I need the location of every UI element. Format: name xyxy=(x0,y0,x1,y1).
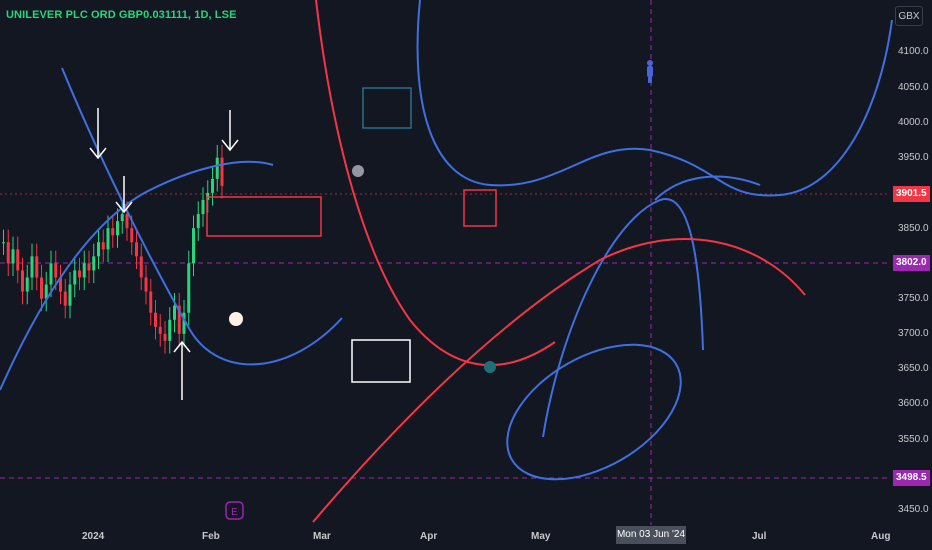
blue-curve-loop xyxy=(542,198,704,438)
candle-body xyxy=(73,270,77,285)
candle-body xyxy=(49,263,53,285)
candle-body xyxy=(139,256,143,278)
blue-curve-down-parabola xyxy=(61,67,343,366)
blue-curve-wave-top xyxy=(416,0,893,197)
candle-body xyxy=(211,178,214,193)
currency-button[interactable]: GBX xyxy=(895,6,923,26)
red-curve-parabola xyxy=(315,0,556,367)
candle-body xyxy=(111,228,115,236)
blue-curve-arc-top xyxy=(0,160,274,391)
teal-box[interactable] xyxy=(362,87,412,129)
candle-body xyxy=(78,270,81,278)
candle-body xyxy=(16,249,20,271)
candle-body xyxy=(68,284,72,306)
earnings-marker-label: E xyxy=(231,507,238,518)
down-arrow-icon-3 xyxy=(221,110,239,152)
candle-body xyxy=(21,270,24,292)
candle-body xyxy=(168,319,172,341)
candle-body xyxy=(187,263,191,313)
time-tick: Mar xyxy=(313,531,331,542)
candle-body xyxy=(97,242,100,257)
candle-body xyxy=(201,199,205,215)
price-tick: 3950.0 xyxy=(898,152,929,163)
candle-body xyxy=(11,249,15,264)
candle-body xyxy=(35,256,39,278)
time-tick: 2024 xyxy=(82,531,105,542)
crosshair-date-tag: Mon 03 Jun '24 xyxy=(616,526,686,544)
up-arrow-icon xyxy=(173,340,191,400)
candle-body xyxy=(87,263,91,271)
candle-body xyxy=(106,228,110,250)
time-tick: Apr xyxy=(420,531,438,542)
time-tick: Aug xyxy=(871,531,891,542)
time-tick: May xyxy=(531,531,551,542)
white-box[interactable] xyxy=(351,339,411,383)
crosshair-price-tag: 3802.0 xyxy=(893,255,930,271)
candle-body xyxy=(192,228,195,264)
white-dot xyxy=(229,312,243,326)
blue-curve-arch-right xyxy=(654,175,761,201)
time-tick: Jul xyxy=(752,531,767,542)
symbol-title[interactable]: UNILEVER PLC ORD GBP0.031111, 1D, LSE xyxy=(6,9,237,21)
candle-body xyxy=(101,242,105,250)
time-tick: Feb xyxy=(202,531,220,542)
candle-body xyxy=(158,326,162,334)
candle-body xyxy=(63,291,67,306)
candle-body xyxy=(54,263,58,278)
candle-body xyxy=(196,214,200,229)
candle-body xyxy=(2,242,5,244)
blue-ellipse xyxy=(506,343,682,481)
candle-body xyxy=(154,312,157,327)
candle-body xyxy=(215,157,219,179)
candle-body xyxy=(163,333,167,341)
grey-dot xyxy=(352,165,364,177)
candle-body xyxy=(144,277,148,292)
candle-body xyxy=(125,214,129,229)
chart-canvas[interactable]: E xyxy=(0,0,932,550)
price-tick: 3700.0 xyxy=(898,328,929,339)
person-icon xyxy=(647,60,653,83)
candle-body xyxy=(92,256,96,271)
candle-body xyxy=(116,221,119,236)
candle-body xyxy=(6,242,10,264)
price-tick: 3600.0 xyxy=(898,398,929,409)
price-tick: 3850.0 xyxy=(898,223,929,234)
candle-body xyxy=(220,157,224,186)
price-tick: 4100.0 xyxy=(898,46,929,57)
candle-body xyxy=(30,256,34,278)
price-tick: 4050.0 xyxy=(898,82,929,93)
candle-body xyxy=(130,228,134,243)
red-box-small[interactable] xyxy=(463,189,497,227)
price-tick: 3450.0 xyxy=(898,504,929,515)
price-tick: 3650.0 xyxy=(898,363,929,374)
price-tick: 3750.0 xyxy=(898,293,929,304)
candle-body xyxy=(149,291,153,313)
price-tick: 4000.0 xyxy=(898,117,929,128)
candle-body xyxy=(120,214,124,222)
red-box-price-zone[interactable] xyxy=(206,196,322,237)
candle-body xyxy=(135,242,138,257)
last-price-tag: 3901.5 xyxy=(893,186,930,202)
price-tick: 3550.0 xyxy=(898,434,929,445)
down-arrow-icon-1 xyxy=(89,108,107,160)
teal-dot xyxy=(484,361,496,373)
candle-body xyxy=(40,277,43,299)
candle-body xyxy=(82,263,86,278)
level-price-tag: 3498.5 xyxy=(893,470,930,486)
candlestick-series xyxy=(2,145,224,354)
candle-body xyxy=(25,277,29,292)
candle-body xyxy=(173,305,176,320)
